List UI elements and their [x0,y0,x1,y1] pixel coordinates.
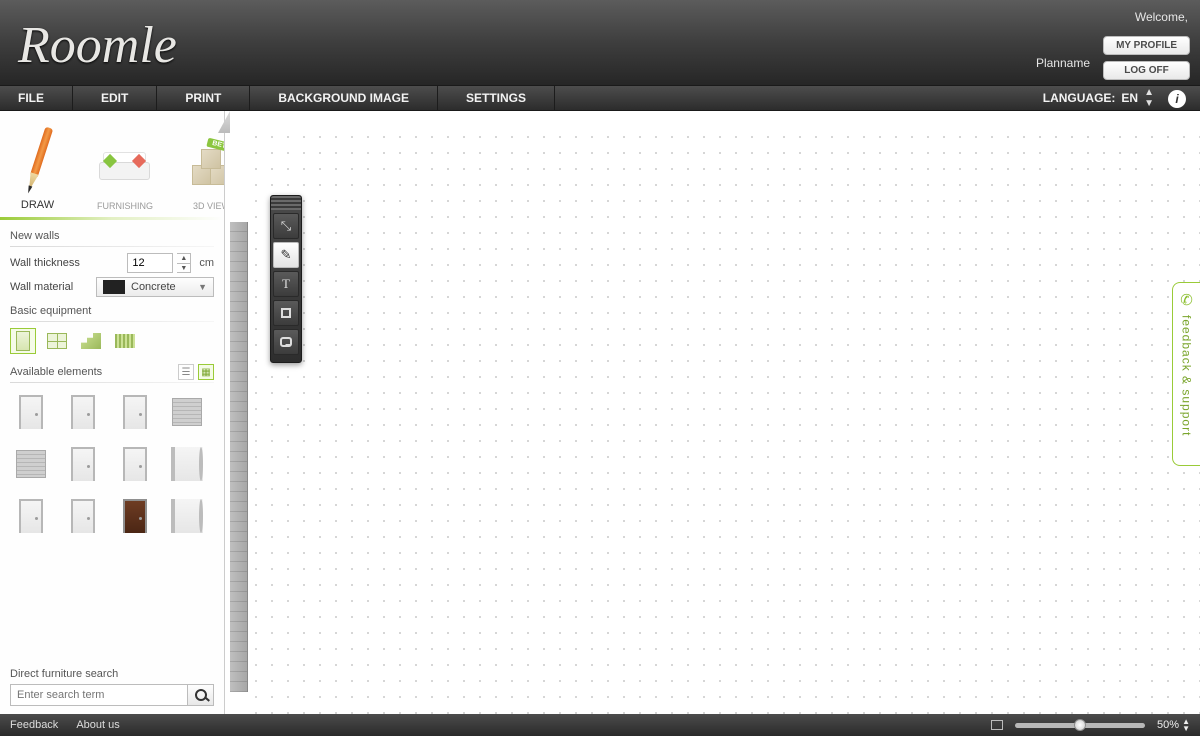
main-menubar: FILE EDIT PRINT BACKGROUND IMAGE SETTING… [0,85,1200,111]
divider [0,217,224,220]
floating-toolbox[interactable]: ⤡ ✎ T [270,195,302,363]
wall-thickness-stepper[interactable]: ▲▼ [177,253,191,273]
pencil-icon: ✎ [281,247,292,263]
footer-feedback-link[interactable]: Feedback [10,719,58,731]
rectangle-icon [281,308,291,318]
zoom-slider[interactable] [1015,723,1145,728]
section-new-walls: New walls [10,230,214,242]
pencil-icon [18,125,58,201]
tool-comment[interactable] [273,329,299,355]
sofa-icon [97,146,152,184]
app-header: Roomle Welcome, Planname MY PROFILE LOG … [0,0,1200,85]
section-basic-equipment: Basic equipment [10,305,214,317]
door-icon [16,331,30,351]
window-icon [47,333,67,349]
material-swatch-icon [103,280,125,294]
toolbox-drag-handle[interactable] [271,196,301,210]
element-item[interactable] [114,495,156,537]
element-item[interactable] [62,443,104,485]
element-item[interactable] [166,495,208,537]
text-icon: T [282,276,290,292]
element-item[interactable] [166,391,208,433]
language-selector[interactable]: LANGUAGE: EN ▲▼ [1043,86,1154,110]
zoom-thumb[interactable] [1074,719,1086,731]
menu-print[interactable]: PRINT [157,86,250,110]
log-off-button[interactable]: LOG OFF [1103,61,1190,80]
language-value: EN [1121,91,1138,105]
equip-doors[interactable] [10,328,36,354]
mode-furnishing-label: FURNISHING [97,201,152,211]
feedback-support-tab[interactable]: ✆ feedback & support [1172,282,1200,466]
view-list-button[interactable]: ☰ [178,364,194,380]
wall-material-label: Wall material [10,281,73,293]
feedback-label: feedback & support [1180,315,1194,436]
welcome-text: Welcome, [1135,10,1188,24]
divider [10,321,214,322]
element-item[interactable] [10,391,52,433]
boxes-icon: BETA [192,145,226,185]
tool-pencil[interactable]: ✎ [273,242,299,268]
mode-draw[interactable]: DRAW [10,133,65,211]
menu-file[interactable]: FILE [0,86,73,110]
cursor-icon: ⤡ [281,218,291,234]
wall-material-value: Concrete [131,281,176,293]
element-item[interactable] [114,391,156,433]
section-available-elements: Available elements [10,366,102,378]
wall-material-select[interactable]: Concrete ▼ [96,277,214,297]
misc-icon [115,334,135,348]
wall-thickness-label: Wall thickness [10,257,80,269]
megaphone-icon: ✆ [1180,291,1193,309]
my-profile-button[interactable]: MY PROFILE [1103,36,1190,55]
elements-grid [10,391,214,537]
stairs-icon [81,333,101,349]
search-input[interactable] [10,684,188,706]
plan-name[interactable]: Planname [1036,56,1090,70]
zoom-value[interactable]: 50%▲▼ [1157,718,1190,732]
element-item[interactable] [62,391,104,433]
mode-draw-label: DRAW [10,199,65,211]
element-item[interactable] [10,443,52,485]
status-bar: Feedback About us 50%▲▼ [0,714,1200,736]
vertical-ruler [230,222,248,692]
wall-thickness-input[interactable] [127,253,173,273]
chevron-up-icon[interactable]: ▲ [177,254,190,264]
chevron-down-icon: ▼ [198,282,207,292]
element-item[interactable] [166,443,208,485]
app-logo: Roomle [18,16,177,75]
equip-stairs[interactable] [78,328,104,354]
tool-rectangle[interactable] [273,300,299,326]
mode-tabs: DRAW FURNISHING BETA 3D VIEW [10,121,214,211]
mode-3dview-label: 3D VIEW [184,201,225,211]
tool-text[interactable]: T [273,271,299,297]
view-grid-button[interactable]: ▦ [198,364,214,380]
mode-furnishing[interactable]: FURNISHING [97,135,152,211]
chevron-updown-icon: ▲▼ [1144,87,1154,109]
search-button[interactable] [188,684,214,706]
tool-select[interactable]: ⤡ [273,213,299,239]
chevron-down-icon[interactable]: ▼ [177,264,190,273]
drawing-canvas[interactable]: ⤡ ✎ T [248,129,1200,714]
chevron-updown-icon: ▲▼ [1182,718,1190,732]
menu-background-image[interactable]: BACKGROUND IMAGE [250,86,438,110]
language-label: LANGUAGE: [1043,91,1116,105]
section-search: Direct furniture search [10,668,214,680]
fit-screen-icon[interactable] [991,720,1003,730]
element-item[interactable] [62,495,104,537]
info-button[interactable]: i [1168,90,1186,108]
left-sidebar: DRAW FURNISHING BETA 3D VIEW New walls W… [0,111,225,714]
element-item[interactable] [114,443,156,485]
equip-windows[interactable] [44,328,70,354]
element-item[interactable] [10,495,52,537]
wall-thickness-unit: cm [199,257,214,269]
menu-edit[interactable]: EDIT [73,86,157,110]
mode-3dview[interactable]: BETA 3D VIEW [184,135,225,211]
comment-icon [280,337,292,347]
menu-settings[interactable]: SETTINGS [438,86,555,110]
equip-misc[interactable] [112,328,138,354]
footer-about-link[interactable]: About us [76,719,119,731]
divider [10,382,214,383]
search-icon [195,689,207,701]
divider [10,246,214,247]
